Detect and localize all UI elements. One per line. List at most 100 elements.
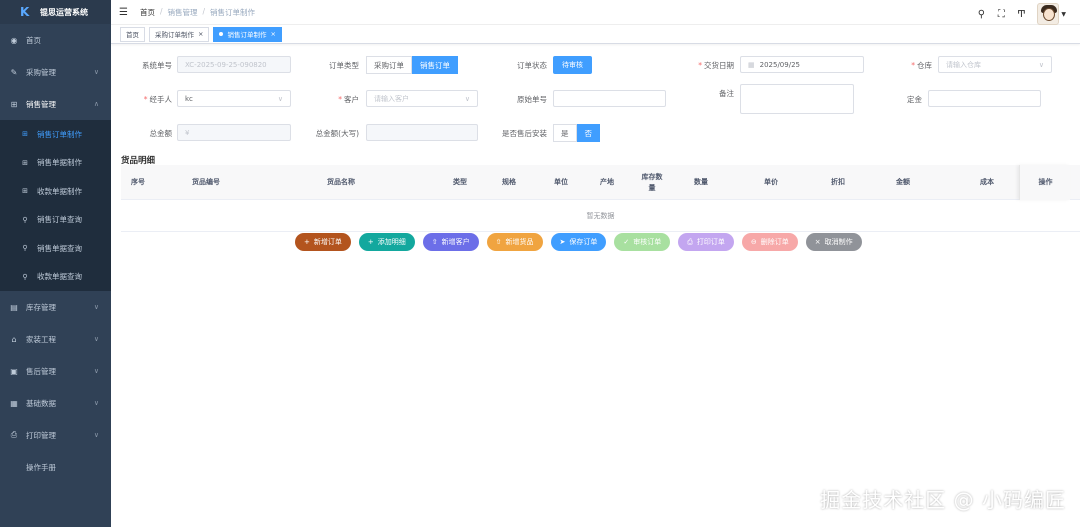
sidebar-subitem-sales-order-query[interactable]: ⚲ 销售订单查询: [0, 206, 111, 235]
sidebar-subitem-sales-doc-make[interactable]: ⊞ 销售单据制作: [0, 149, 111, 178]
order-type-purchase[interactable]: 采购订单: [366, 56, 412, 74]
search-icon: ⚲: [22, 244, 28, 253]
orig-no-label: 原始单号: [517, 95, 547, 104]
after-sale-no[interactable]: 否: [576, 124, 600, 142]
tag-purchase-order-make[interactable]: 采购订单制作 ×: [149, 26, 210, 42]
table-header-cell: 货品编号: [192, 178, 220, 186]
button-label: 保存订单: [569, 238, 598, 246]
delete-order-button[interactable]: ⊖ 删除订单: [741, 233, 798, 251]
close-icon[interactable]: ×: [198, 30, 203, 38]
sidebar-item-home[interactable]: ◉ 首页: [0, 24, 111, 56]
table-header-cell: 类型: [453, 178, 467, 186]
table-header-cell: 金额: [896, 178, 910, 186]
tags-view: 首页 采购订单制作 × 销售订单制作 ×: [111, 25, 1080, 44]
sidebar-item-after-sales[interactable]: ▣ 售后管理 ∨: [0, 355, 111, 387]
after-sale-label: 是否售后安装: [502, 129, 547, 138]
total-cn-input[interactable]: [366, 124, 478, 141]
sidebar-subitem-label: 销售单据制作: [37, 158, 82, 168]
fullscreen-icon[interactable]: ⛶: [991, 9, 1011, 20]
total-cn-label: 总金额(大写): [315, 129, 359, 138]
sys-no-input[interactable]: XC-2025-09-25-090820: [177, 56, 291, 73]
sidebar-item-base-data[interactable]: ▦ 基础数据 ∨: [0, 387, 111, 419]
button-label: 打印订单: [696, 238, 725, 246]
sidebar-item-sales[interactable]: ⊞ 销售管理 ∧: [0, 88, 111, 120]
sidebar-subitem-sales-order-make[interactable]: ⊞ 销售订单制作: [0, 120, 111, 149]
sidebar-item-purchase[interactable]: ✎ 采购管理 ∨: [0, 56, 111, 88]
handler-select[interactable]: kc ∨: [177, 90, 291, 107]
order-type-label: 订单类型: [329, 61, 359, 70]
deal-date-label: * 交货日期: [698, 61, 734, 70]
customer-select[interactable]: 请输入客户 ∨: [366, 90, 478, 107]
table-header-cell: 成本: [980, 178, 994, 186]
warehouse-select[interactable]: 请输入仓库 ∨: [938, 56, 1052, 73]
sidebar-subitem-receipt-make[interactable]: ⊞ 收款单据制作: [0, 177, 111, 206]
logo[interactable]: K 锟思运营系统: [0, 0, 111, 24]
sidebar: K 锟思运营系统 ◉ 首页 ✎ 采购管理 ∨ ⊞ 销售管理 ∧ ⊞ 销售订单制作…: [0, 0, 111, 527]
add-detail-button[interactable]: + 添加明细: [358, 233, 415, 251]
table-header-cell: 数量: [694, 178, 708, 186]
sales-submenu: ⊞ 销售订单制作 ⊞ 销售单据制作 ⊞ 收款单据制作 ⚲ 销售订单查询 ⚲ 销售…: [0, 120, 111, 291]
sidebar-item-label: 售后管理: [26, 366, 56, 376]
sidebar-item-manual[interactable]: 操作手册: [0, 451, 111, 483]
new-customer-button[interactable]: ⇧ 新增客户: [422, 233, 479, 251]
button-label: 审核订单: [633, 238, 662, 246]
new-order-button[interactable]: + 新增订单: [295, 233, 351, 251]
search-icon: ⚲: [22, 272, 28, 281]
cancel-make-button[interactable]: × 取消制作: [805, 233, 862, 251]
audit-order-button[interactable]: ✓ 审核订单: [614, 233, 671, 251]
sidebar-item-label: 销售管理: [26, 99, 56, 109]
order-type-sales[interactable]: 销售订单: [412, 56, 458, 74]
tag-home[interactable]: 首页: [120, 26, 145, 42]
tag-sales-order-make[interactable]: 销售订单制作 ×: [213, 26, 282, 42]
button-label: 删除订单: [760, 238, 789, 246]
table-header-cell: 单价: [764, 178, 778, 186]
orig-no-input[interactable]: [553, 90, 666, 107]
chevron-up-icon: ∧: [93, 100, 99, 108]
search-icon[interactable]: ⚲: [971, 9, 991, 20]
print-order-button[interactable]: ⎙ 打印订单: [678, 233, 734, 251]
deal-date-picker[interactable]: ▦ 2025/09/25: [740, 56, 864, 73]
sidebar-item-print[interactable]: ⎙ 打印管理 ∨: [0, 419, 111, 451]
button-label: 取消制作: [824, 238, 853, 246]
breadcrumb-home[interactable]: 首页: [140, 7, 155, 18]
sidebar-subitem-receipt-query[interactable]: ⚲ 收款单据查询: [0, 263, 111, 292]
sidebar-item-home-project[interactable]: ⌂ 家装工程 ∨: [0, 323, 111, 355]
avatar[interactable]: [1037, 3, 1060, 25]
calendar-icon: ▦: [748, 60, 755, 69]
sidebar-item-label: 打印管理: [26, 430, 56, 440]
sidebar-subitem-sales-doc-query[interactable]: ⚲ 销售单据查询: [0, 234, 111, 263]
close-icon: ×: [814, 238, 821, 246]
font-size-icon[interactable]: Ͳ: [1011, 9, 1031, 20]
warehouse-placeholder: 请输入仓库: [946, 60, 981, 69]
chevron-down-icon: ∨: [464, 94, 470, 103]
top-navbar: ☰ 首页 / 销售管理 / 销售订单制作 ⚲ ⛶ Ͳ ▼: [111, 0, 1080, 25]
breadcrumb-separator: /: [159, 6, 163, 16]
print-icon: ⎙: [687, 237, 693, 246]
sys-no-value: XC-2025-09-25-090820: [185, 60, 267, 69]
after-sale-yes[interactable]: 是: [553, 124, 577, 142]
hamburger-icon[interactable]: ☰: [119, 7, 128, 18]
table-header-operation: 操作: [1019, 165, 1070, 200]
total-input[interactable]: ¥: [177, 124, 291, 141]
check-icon: ✓: [623, 238, 630, 246]
remark-textarea[interactable]: [740, 84, 854, 114]
table-header-cell: 产地: [600, 178, 614, 186]
breadcrumb-separator: /: [202, 6, 206, 16]
save-order-button[interactable]: ➤ 保存订单: [550, 233, 607, 251]
upload-icon: ⇧: [431, 238, 438, 246]
new-goods-button[interactable]: ⇧ 新增货品: [486, 233, 543, 251]
chevron-down-icon: ∨: [93, 303, 99, 311]
button-label: 新增订单: [313, 238, 342, 246]
sidebar-item-label: 库存管理: [26, 302, 56, 312]
sidebar-item-label: 采购管理: [26, 67, 56, 77]
sidebar-subitem-label: 销售订单查询: [37, 215, 82, 225]
deposit-input[interactable]: [928, 90, 1041, 107]
sidebar-item-inventory[interactable]: ▤ 库存管理 ∨: [0, 291, 111, 323]
chevron-down-icon: ∨: [93, 335, 99, 343]
action-bar: + 新增订单 + 添加明细 ⇧ 新增客户 ⇧ 新增货品 ➤ 保存订单 ✓ 审核订单 ⎙ 打印订…: [295, 233, 870, 251]
caret-down-icon[interactable]: ▼: [1061, 11, 1066, 18]
sidebar-item-label: 家装工程: [26, 334, 56, 344]
close-icon[interactable]: ×: [270, 30, 275, 38]
order-status-badge: 待审核: [553, 56, 592, 74]
after-sale-group: 是 否: [553, 124, 600, 142]
